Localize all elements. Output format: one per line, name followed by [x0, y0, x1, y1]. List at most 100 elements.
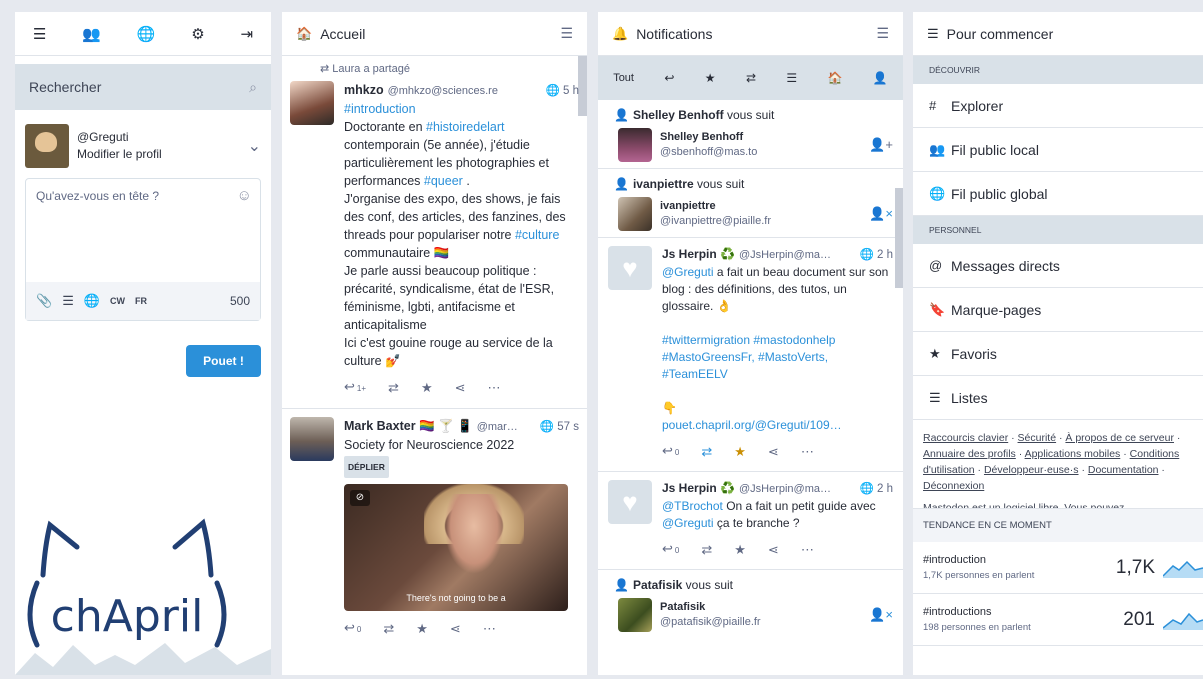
emoji-icon[interactable]: ☺	[237, 187, 252, 204]
more-icon[interactable]: ⋯	[483, 620, 496, 638]
search-icon[interactable]: ⌕	[249, 79, 257, 96]
mention-notification[interactable]: ♥ Js Herpin ♻️ @JsHerpin@ma… 🌐 2 h @TBro…	[598, 472, 903, 563]
footer-link[interactable]: À propos de ce serveur	[1065, 432, 1174, 444]
language-button[interactable]: FR	[135, 296, 147, 306]
star-icon[interactable]: ★	[416, 620, 428, 638]
footer-link[interactable]: Déconnexion	[923, 480, 984, 492]
share-icon[interactable]: ⋖	[455, 379, 466, 397]
notif-actor[interactable]: Shelley Benhoff	[633, 108, 724, 122]
avatar[interactable]: ♥	[608, 246, 652, 290]
account-name[interactable]: ivanpiettre	[660, 200, 716, 212]
status-author[interactable]: Js Herpin ♻️	[662, 480, 735, 497]
avatar[interactable]	[290, 417, 334, 461]
search-input[interactable]: Rechercher ⌕	[15, 64, 271, 110]
avatar[interactable]	[290, 81, 334, 125]
poll-icon[interactable]: ☰	[62, 293, 74, 309]
boost-icon[interactable]: ⇄	[701, 443, 712, 460]
people-icon[interactable]: 👥	[82, 25, 101, 43]
reply-icon[interactable]: ↩ 0	[662, 442, 679, 461]
compose-textarea[interactable]: Qu'avez-vous en tête ? ☺	[26, 179, 260, 282]
publish-button[interactable]: Pouet !	[186, 345, 261, 377]
tab-statuses-icon[interactable]: 🏠	[828, 71, 843, 85]
notification-follow[interactable]: 👤 ivanpiettre vous suit ivanpiettre @ivanp…	[598, 169, 903, 237]
mention-link[interactable]: @Greguti	[662, 516, 714, 530]
cw-button[interactable]: CW	[110, 296, 125, 306]
star-icon[interactable]: ★	[734, 541, 746, 558]
avatar[interactable]	[25, 124, 69, 168]
logout-icon[interactable]: ⇥	[241, 25, 254, 43]
mention-notification[interactable]: ♥ Js Herpin ♻️ @JsHerpin@ma… 🌐 2 h @Greg…	[598, 238, 903, 465]
status-author[interactable]: mhkzo	[344, 81, 384, 99]
settings-sliders-icon[interactable]: ☰	[876, 25, 889, 42]
notif-actor[interactable]: ivanpiettre	[633, 177, 694, 191]
hashtag-link[interactable]: #culture	[515, 228, 559, 242]
hashtag-link[interactable]: #histoiredelart	[426, 120, 505, 134]
nav-direct-messages[interactable]: @ Messages directs	[913, 244, 1203, 288]
footer-link[interactable]: Développeur·euse·s	[984, 464, 1079, 476]
hashtag-links[interactable]: #twittermigration #mastodonhelp #MastoGr…	[662, 332, 893, 383]
boost-icon[interactable]: ⇄	[388, 379, 399, 397]
nav-explore[interactable]: # Explorer	[913, 84, 1203, 128]
reply-icon[interactable]: ↩ 0	[344, 619, 361, 639]
footer-link[interactable]: Documentation	[1088, 464, 1159, 476]
nav-bookmarks[interactable]: 🔖 Marque-pages	[913, 288, 1203, 332]
trend-item[interactable]: #introduction 1,7K personnes en parlent 1…	[913, 542, 1203, 594]
status-author[interactable]: Mark Baxter 🏳️‍🌈 🍸 📱	[344, 417, 473, 435]
nav-lists[interactable]: ☰ Listes	[913, 376, 1203, 420]
status-time[interactable]: 2 h	[877, 249, 893, 261]
unfollow-icon[interactable]: 👤×	[869, 607, 893, 623]
avatar[interactable]	[618, 598, 652, 632]
avatar[interactable]	[618, 197, 652, 231]
account-name[interactable]: Shelley Benhoff	[660, 131, 743, 143]
boost-icon[interactable]: ⇄	[383, 620, 394, 638]
tab-mentions-icon[interactable]: ↩	[664, 71, 674, 85]
nav-federated-timeline[interactable]: 🌐 Fil public global	[913, 172, 1203, 216]
chevron-down-icon[interactable]: ⌄	[248, 136, 261, 156]
avatar[interactable]	[618, 128, 652, 162]
tab-follows-icon[interactable]: 👤	[873, 71, 888, 85]
settings-sliders-icon[interactable]: ☰	[560, 25, 573, 42]
reply-icon[interactable]: ↩ 0	[662, 540, 679, 559]
follow-icon[interactable]: 👤+	[869, 137, 893, 153]
unfollow-icon[interactable]: 👤×	[869, 206, 893, 222]
notification-follow[interactable]: 👤 Patafisik vous suit Patafisik @patafisik…	[598, 570, 903, 638]
tab-boosts-icon[interactable]: ⇄	[746, 71, 756, 85]
attach-icon[interactable]: 📎	[36, 293, 52, 309]
status-time[interactable]: 2 h	[877, 483, 893, 495]
trend-tag[interactable]: #introduction	[923, 552, 1034, 568]
globe-icon[interactable]: 🌐	[84, 293, 100, 309]
sensitive-toggle[interactable]: DÉPLIER	[344, 456, 389, 478]
share-icon[interactable]: ⋖	[768, 443, 779, 460]
globe-icon[interactable]: 🌐	[137, 25, 156, 43]
status-author[interactable]: Js Herpin ♻️	[662, 246, 735, 263]
notif-actor[interactable]: Patafisik	[633, 578, 682, 592]
home-feed[interactable]: ⇄ Laura a partagé mhkzo @mhkzo@sciences.…	[282, 56, 587, 675]
tab-polls-icon[interactable]: ☰	[786, 71, 797, 85]
mention-link[interactable]: @Greguti	[662, 265, 714, 279]
share-icon[interactable]: ⋖	[768, 541, 779, 558]
footer-link[interactable]: Applications mobiles	[1025, 448, 1121, 460]
mention-link[interactable]: @TBrochot	[662, 499, 723, 513]
footer-link[interactable]: Raccourcis clavier	[923, 432, 1008, 444]
star-icon[interactable]: ★	[734, 443, 746, 460]
status-card[interactable]: Mark Baxter 🏳️‍🌈 🍸 📱 @mar… 🌐 57 s Societ…	[282, 409, 587, 643]
hashtag-link[interactable]: #queer	[424, 174, 463, 188]
footer-link[interactable]: Annuaire des profils	[923, 448, 1016, 460]
status-account[interactable]: @mhkzo@sciences.re	[388, 82, 498, 100]
share-icon[interactable]: ⋖	[450, 620, 461, 638]
avatar[interactable]: ♥	[608, 480, 652, 524]
status-account[interactable]: @JsHerpin@ma…	[739, 481, 831, 498]
edit-profile-link[interactable]: Modifier le profil	[77, 146, 162, 163]
more-icon[interactable]: ⋯	[488, 379, 501, 397]
status-link[interactable]: pouet.chapril.org/@Greguti/109…	[662, 417, 893, 434]
menu-icon[interactable]: ☰	[33, 25, 46, 43]
notification-follow[interactable]: 👤 Shelley Benhoff vous suit Shelley Benho…	[598, 100, 903, 168]
star-icon[interactable]: ★	[421, 379, 433, 397]
footer-link[interactable]: Sécurité	[1018, 432, 1057, 444]
trend-tag[interactable]: #introductions	[923, 604, 1031, 620]
more-icon[interactable]: ⋯	[801, 541, 814, 558]
status-account[interactable]: @mar…	[477, 418, 518, 436]
media-attachment[interactable]: ⊘ There's not going to be a	[344, 484, 568, 611]
status-account[interactable]: @JsHerpin@ma…	[739, 247, 831, 264]
tab-favourites-icon[interactable]: ★	[705, 71, 716, 85]
